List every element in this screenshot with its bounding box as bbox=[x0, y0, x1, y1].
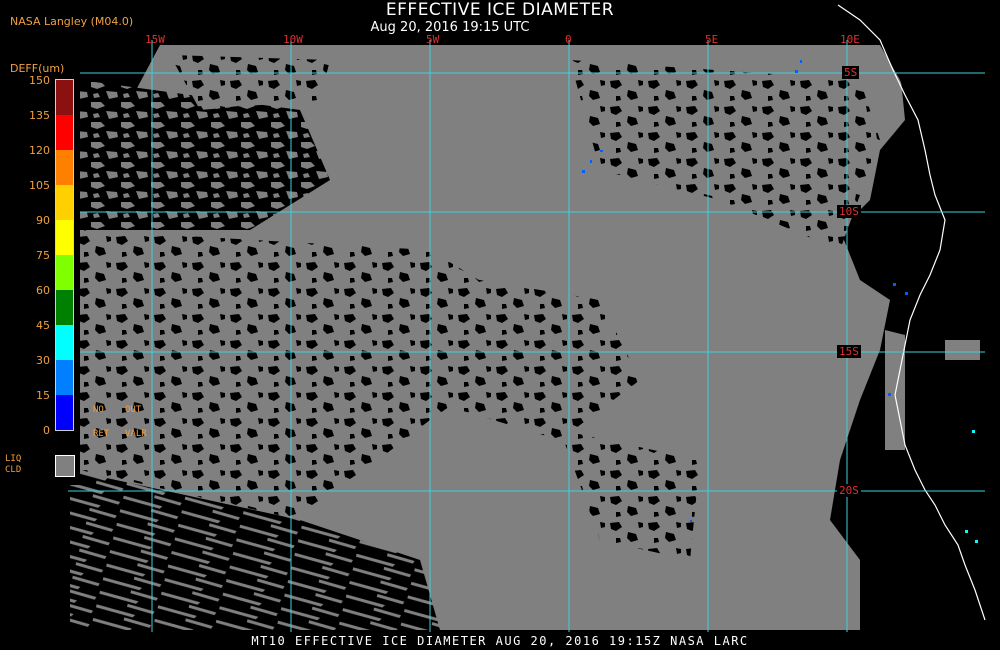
out-valr-label-1: OUT bbox=[125, 405, 142, 415]
lat-label-20s: 20S bbox=[837, 484, 861, 497]
colorbar-tick: 15 bbox=[36, 389, 50, 402]
out-valr-label-2: VALR bbox=[125, 429, 147, 439]
colorbar-tick: 30 bbox=[36, 354, 50, 367]
lon-label-15w: 15W bbox=[145, 33, 165, 46]
liq-cld-label-1: LIQ bbox=[5, 454, 22, 464]
satellite-map bbox=[68, 4, 986, 632]
no-ret-label-2: RET bbox=[93, 429, 110, 439]
lon-label-5e: 5E bbox=[705, 33, 719, 46]
lat-label-5s: 5S bbox=[842, 66, 860, 79]
lon-label-5w: 5W bbox=[426, 33, 440, 46]
colorbar-tick: 90 bbox=[36, 214, 50, 227]
colorbar-tick: 105 bbox=[29, 179, 50, 192]
colorbar-tick: 0 bbox=[43, 424, 50, 437]
lon-label-0: 0 bbox=[565, 33, 572, 46]
liquid-cloud-swatch bbox=[55, 455, 75, 477]
colorbar-tick: 75 bbox=[36, 249, 50, 262]
colorbar-tick: 45 bbox=[36, 319, 50, 332]
colorbar-tick: 150 bbox=[29, 74, 50, 87]
lon-label-10w: 10W bbox=[283, 33, 303, 46]
map-title: EFFECTIVE ICE DIAMETER bbox=[385, 0, 615, 20]
no-ret-label-1: NO bbox=[93, 405, 104, 415]
liq-cld-label-2: CLD bbox=[5, 465, 22, 475]
lon-label-10e: 10E bbox=[840, 33, 860, 46]
lat-label-15s: 15S bbox=[837, 345, 861, 358]
colorbar-frame bbox=[55, 79, 74, 431]
lat-label-10s: 10S bbox=[837, 205, 861, 218]
source-label: NASA Langley (M04.0) bbox=[10, 15, 134, 28]
map-timestamp: Aug 20, 2016 19:15 UTC bbox=[370, 20, 530, 35]
colorbar-tick: 135 bbox=[29, 109, 50, 122]
footer-caption: MT10 EFFECTIVE ICE DIAMETER AUG 20, 2016… bbox=[251, 634, 749, 648]
colorbar-tick: 60 bbox=[36, 284, 50, 297]
colorbar-tick: 120 bbox=[29, 144, 50, 157]
